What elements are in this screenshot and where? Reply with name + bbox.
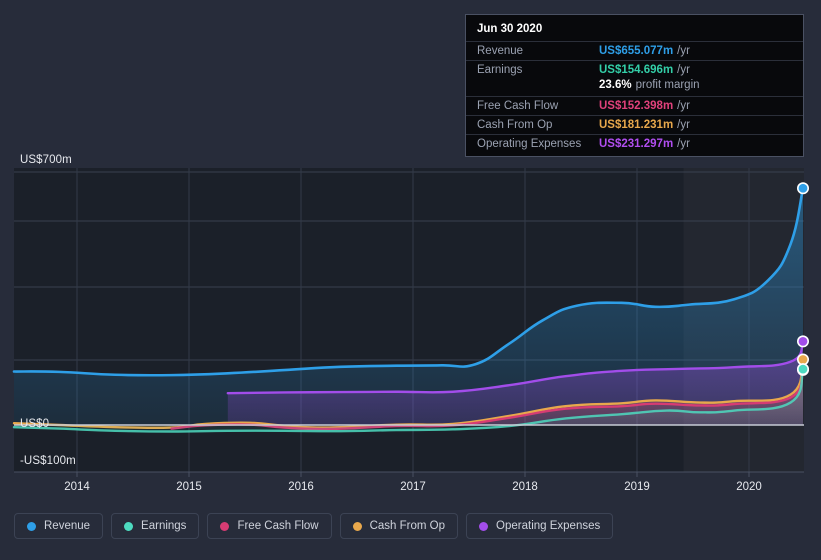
tooltip-row-value: US$154.696m/yr	[599, 64, 690, 76]
legend-item-label: Earnings	[141, 520, 187, 532]
y-axis-label-zero: US$0	[20, 418, 50, 430]
tooltip-row-value: US$655.077m/yr	[599, 45, 690, 57]
legend-item-label: Free Cash Flow	[237, 520, 319, 532]
tooltip-row-key: Earnings	[477, 64, 523, 76]
legend-item-cash-from-op[interactable]: Cash From Op	[339, 513, 459, 539]
x-axis-label-2016: 2016	[288, 481, 314, 493]
financial-chart-page: US$700m US$0 -US$100m 2014 2015 2016 201…	[0, 0, 821, 560]
tooltip-row-key: Free Cash Flow	[477, 100, 559, 112]
tooltip-row: Revenue US$655.077m/yr	[466, 41, 803, 60]
tooltip-row: Free Cash Flow US$152.398m/yr	[466, 96, 803, 115]
tooltip-row: Earnings US$154.696m/yr	[466, 60, 803, 79]
tooltip-row-key: Cash From Op	[477, 119, 553, 131]
tooltip-row-key: Operating Expenses	[477, 138, 582, 150]
tooltip-row-unit: /yr	[677, 138, 690, 150]
y-axis-label-700m: US$700m	[20, 154, 72, 166]
tooltip-rows: Revenue US$655.077m/yr Earnings US$154.696m…	[466, 41, 803, 153]
tooltip-row-value: US$152.398m/yr	[599, 100, 690, 112]
legend-item-revenue[interactable]: Revenue	[14, 513, 104, 539]
legend-color-dot-icon	[479, 521, 489, 531]
tooltip-row-unit: /yr	[677, 45, 690, 57]
tooltip-row: 23.6% profit margin	[466, 79, 803, 96]
tooltip-row-value: 23.6% profit margin	[599, 79, 700, 91]
legend-item-earnings[interactable]: Earnings	[111, 513, 200, 539]
chart-tooltip: Jun 30 2020 Revenue US$655.077m/yr Earning…	[465, 14, 804, 157]
tooltip-row-unit: /yr	[677, 119, 690, 131]
x-axis-label-2014: 2014	[64, 481, 90, 493]
legend-item-free-cash-flow[interactable]: Free Cash Flow	[207, 513, 332, 539]
x-axis-label-2018: 2018	[512, 481, 538, 493]
x-axis-label-2017: 2017	[400, 481, 426, 493]
x-axis-label-2020: 2020	[736, 481, 762, 493]
legend-color-dot-icon	[27, 521, 36, 531]
legend-color-dot-icon	[352, 521, 362, 531]
tooltip-row-key: Revenue	[477, 45, 524, 57]
tooltip-row: Operating Expenses US$231.297m/yr	[466, 134, 803, 153]
legend-item-label: Revenue	[44, 520, 91, 532]
tooltip-row: Cash From Op US$181.231m/yr	[466, 115, 803, 134]
tooltip-row-value: US$181.231m/yr	[599, 119, 690, 131]
endpoint-earnings	[796, 363, 809, 376]
endpoint-revenue	[796, 182, 809, 195]
tooltip-row-unit: profit margin	[635, 79, 700, 91]
legend-item-operating-expenses[interactable]: Operating Expenses	[466, 513, 614, 539]
y-axis-label-neg100m: -US$100m	[20, 455, 76, 467]
legend-color-dot-icon	[220, 521, 230, 531]
tooltip-date: Jun 30 2020	[477, 23, 543, 35]
legend-item-label: Operating Expenses	[496, 520, 601, 532]
x-axis-label-2019: 2019	[624, 481, 650, 493]
tooltip-row-unit: /yr	[677, 100, 690, 112]
tooltip-row-unit: /yr	[677, 64, 690, 76]
legend-color-dot-icon	[124, 521, 134, 531]
chart-legend: Revenue Earnings Free Cash Flow Cash From O…	[14, 513, 614, 539]
legend-item-label: Cash From Op	[369, 520, 446, 532]
endpoint-operating-expenses	[796, 335, 809, 348]
x-axis-label-2015: 2015	[176, 481, 202, 493]
tooltip-row-value: US$231.297m/yr	[599, 138, 690, 150]
